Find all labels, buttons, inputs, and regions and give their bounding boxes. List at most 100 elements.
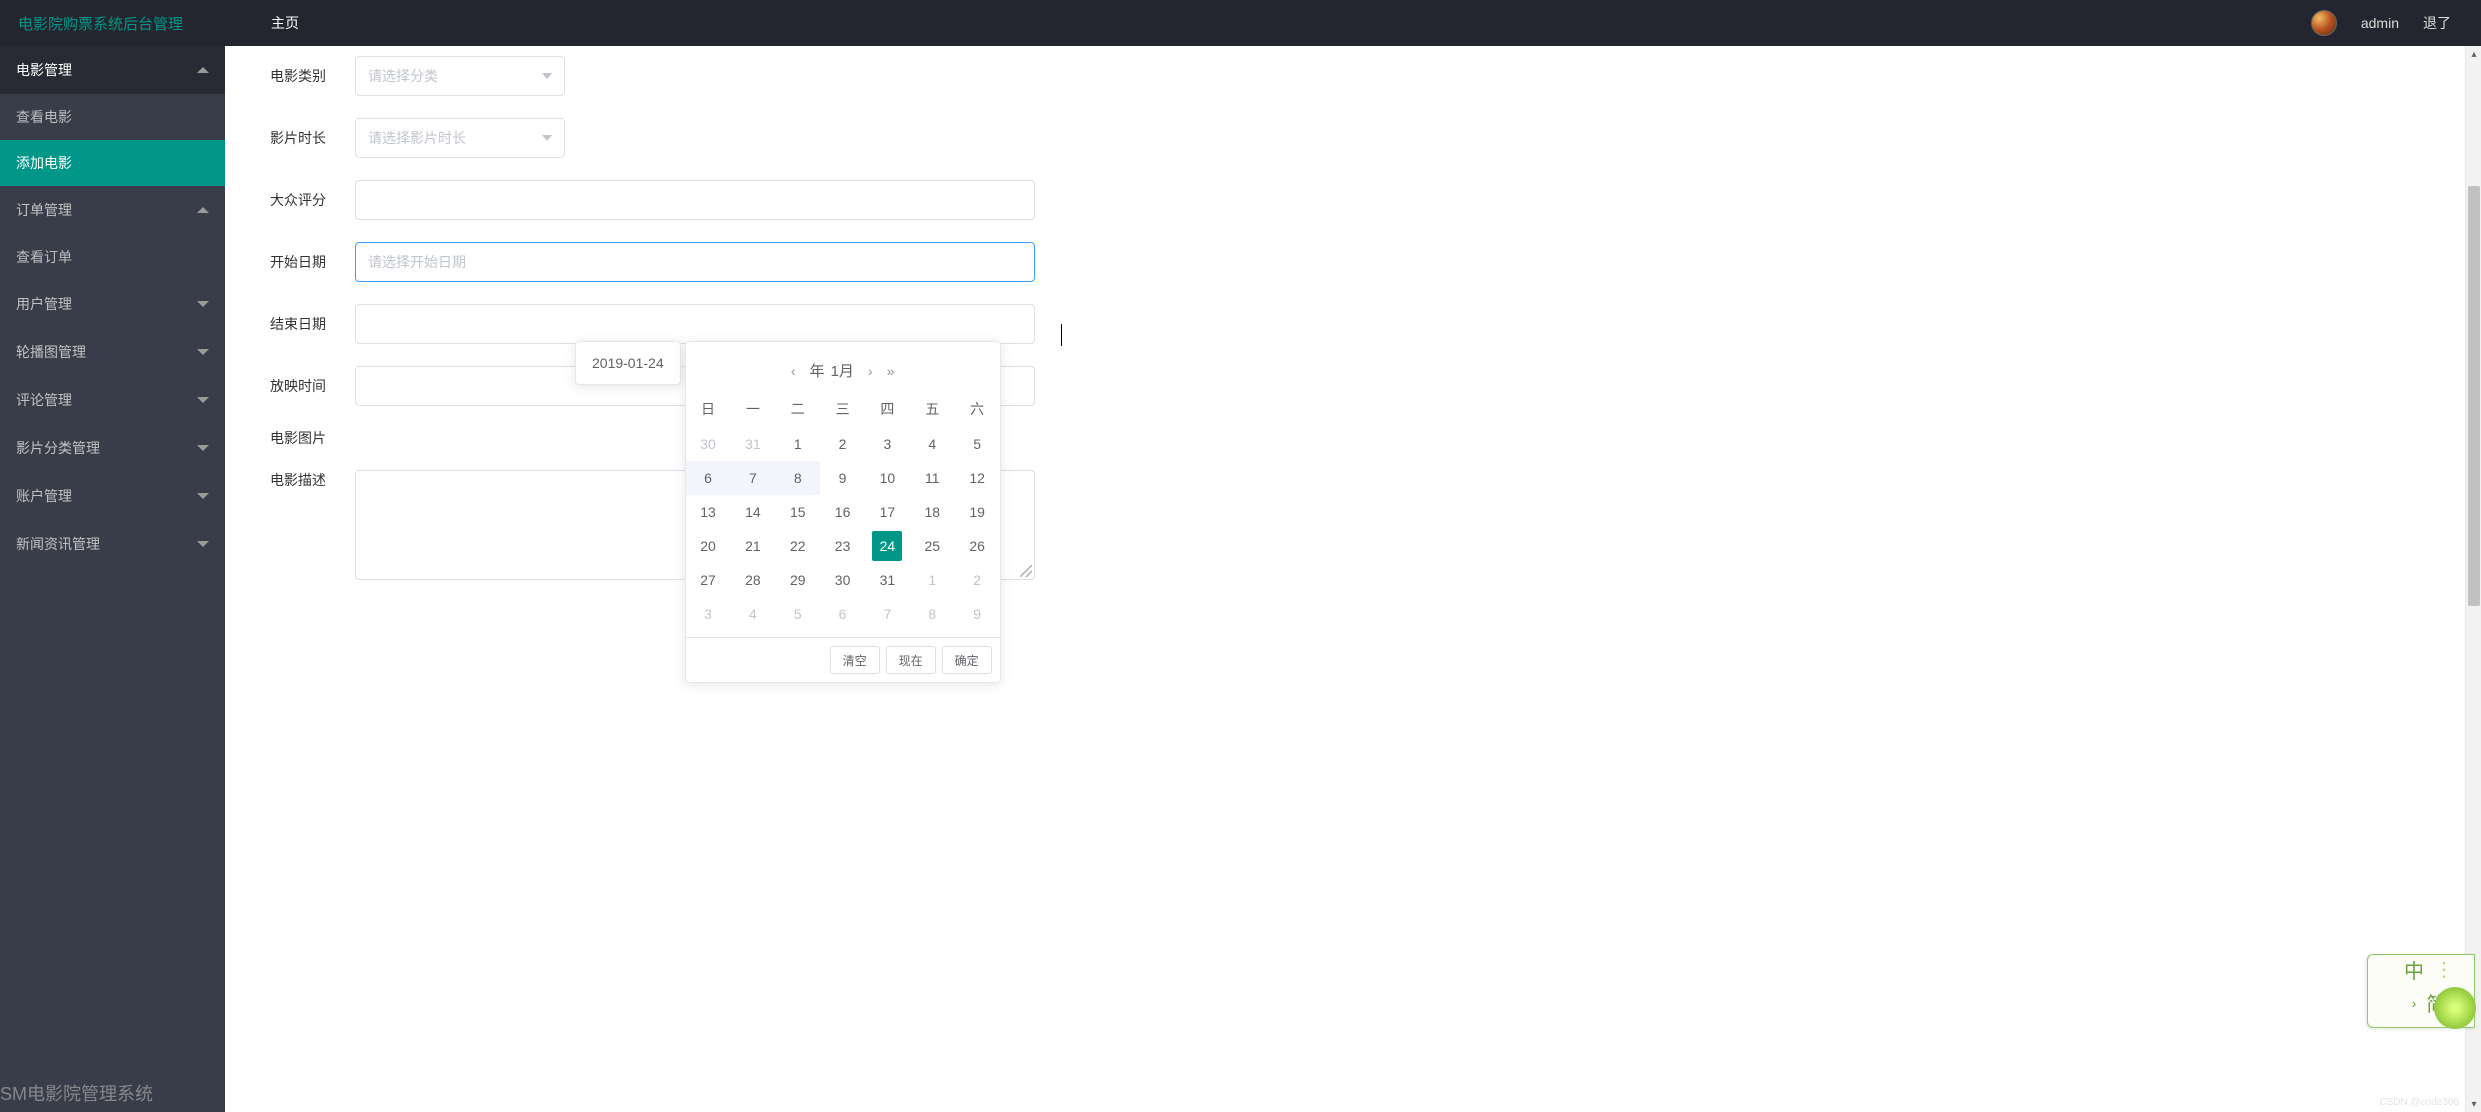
scrollbar[interactable]: ▴ ▾ (2465, 46, 2481, 1112)
chevron-down-icon (197, 541, 209, 547)
calendar-day[interactable]: 1 (910, 563, 955, 597)
calendar-day[interactable]: 8 (910, 597, 955, 631)
calendar-day[interactable]: 3 (865, 427, 910, 461)
menu-group-4[interactable]: 评论管理 (0, 376, 225, 424)
calendar-day[interactable]: 22 (775, 529, 820, 563)
calendar-day[interactable]: 24 (865, 529, 910, 563)
calendar-day[interactable]: 13 (686, 495, 731, 529)
weekday-header: 四 (865, 391, 910, 427)
calendar-day[interactable]: 9 (820, 461, 865, 495)
label-duration: 影片时长 (270, 128, 355, 148)
calendar-day[interactable]: 8 (775, 461, 820, 495)
calendar-day[interactable]: 5 (955, 427, 1000, 461)
calendar-day[interactable]: 15 (775, 495, 820, 529)
calendar-day[interactable]: 4 (730, 597, 775, 631)
calendar-day[interactable]: 10 (865, 461, 910, 495)
label-showtime: 放映时间 (270, 376, 355, 396)
label-category: 电影类别 (270, 66, 355, 86)
calendar-day[interactable]: 6 (686, 461, 731, 495)
scroll-down-icon[interactable]: ▾ (2466, 1096, 2481, 1112)
calendar-day[interactable]: 16 (820, 495, 865, 529)
menu-group-1[interactable]: 订单管理 (0, 186, 225, 234)
date-confirm-button[interactable]: 确定 (942, 646, 992, 674)
calendar-day[interactable]: 30 (820, 563, 865, 597)
chevron-up-icon (197, 67, 209, 73)
weekday-header: 五 (910, 391, 955, 427)
menu-group-label: 影片分类管理 (16, 438, 100, 458)
nav-home[interactable]: 主页 (225, 13, 299, 33)
prev-month-icon[interactable]: ‹ (791, 363, 796, 379)
calendar-day[interactable]: 6 (820, 597, 865, 631)
weekday-header: 六 (955, 391, 1000, 427)
logout-link[interactable]: 退了 (2423, 13, 2451, 33)
menu-group-label: 账户管理 (16, 486, 72, 506)
input-end-date[interactable] (355, 304, 1035, 344)
next-month-icon[interactable]: › (868, 363, 873, 379)
date-clear-button[interactable]: 清空 (830, 646, 880, 674)
input-start-date[interactable] (355, 242, 1035, 282)
menu-item-0-1[interactable]: 添加电影 (0, 140, 225, 186)
ime-widget[interactable]: 中⋮ ›简 (2367, 954, 2475, 1028)
calendar-day[interactable]: 23 (820, 529, 865, 563)
weekday-header: 二 (775, 391, 820, 427)
menu-group-5[interactable]: 影片分类管理 (0, 424, 225, 472)
calendar-day[interactable]: 3 (686, 597, 731, 631)
chevron-down-icon (542, 73, 552, 79)
calendar-day[interactable]: 26 (955, 529, 1000, 563)
calendar-day[interactable]: 1 (775, 427, 820, 461)
calendar-day[interactable]: 7 (865, 597, 910, 631)
calendar-day[interactable]: 11 (910, 461, 955, 495)
calendar-day[interactable]: 14 (730, 495, 775, 529)
chevron-down-icon (197, 349, 209, 355)
calendar-day[interactable]: 19 (955, 495, 1000, 529)
label-desc: 电影描述 (270, 470, 355, 490)
calendar-day[interactable]: 21 (730, 529, 775, 563)
next-year-icon[interactable]: » (887, 363, 895, 379)
calendar-day[interactable]: 29 (775, 563, 820, 597)
weekday-header: 三 (820, 391, 865, 427)
calendar-day[interactable]: 31 (730, 427, 775, 461)
menu-group-label: 订单管理 (16, 200, 72, 220)
date-month-label[interactable]: 1月 (831, 360, 854, 381)
chevron-down-icon (197, 397, 209, 403)
chevron-up-icon (197, 207, 209, 213)
menu-item-1-0[interactable]: 查看订单 (0, 234, 225, 280)
menu-item-0-0[interactable]: 查看电影 (0, 94, 225, 140)
calendar-day[interactable]: 18 (910, 495, 955, 529)
scroll-thumb[interactable] (2468, 186, 2480, 606)
calendar-day[interactable]: 9 (955, 597, 1000, 631)
menu-group-2[interactable]: 用户管理 (0, 280, 225, 328)
calendar-day[interactable]: 12 (955, 461, 1000, 495)
menu-group-label: 评论管理 (16, 390, 72, 410)
date-picker-popup: 2019-01-24 ‹ 年 1月 › » 日一二三四五六 3031123456… (575, 341, 1001, 683)
calendar-day[interactable]: 27 (686, 563, 731, 597)
select-category[interactable]: 请选择分类 (355, 56, 565, 96)
menu-group-3[interactable]: 轮播图管理 (0, 328, 225, 376)
date-now-button[interactable]: 现在 (886, 646, 936, 674)
calendar-day[interactable]: 2 (820, 427, 865, 461)
select-duration[interactable]: 请选择影片时长 (355, 118, 565, 158)
calendar-day[interactable]: 4 (910, 427, 955, 461)
input-rating[interactable] (355, 180, 1035, 220)
menu-group-7[interactable]: 新闻资讯管理 (0, 520, 225, 568)
calendar-day[interactable]: 5 (775, 597, 820, 631)
calendar-day[interactable]: 31 (865, 563, 910, 597)
chevron-down-icon (197, 493, 209, 499)
calendar-day[interactable]: 2 (955, 563, 1000, 597)
calendar-day[interactable]: 17 (865, 495, 910, 529)
calendar-day[interactable]: 7 (730, 461, 775, 495)
calendar-day[interactable]: 30 (686, 427, 731, 461)
weekday-header: 日 (686, 391, 731, 427)
menu-group-6[interactable]: 账户管理 (0, 472, 225, 520)
calendar-day[interactable]: 28 (730, 563, 775, 597)
scroll-up-icon[interactable]: ▴ (2466, 46, 2481, 62)
date-year-suffix[interactable]: 年 (810, 360, 825, 381)
calendar-day[interactable]: 20 (686, 529, 731, 563)
resize-handle-icon[interactable] (1020, 565, 1032, 577)
chevron-down-icon (197, 301, 209, 307)
user-avatar[interactable] (2311, 10, 2337, 36)
calendar-table: 日一二三四五六 30311234567891011121314151617181… (686, 391, 1000, 631)
username-label[interactable]: admin (2361, 15, 2399, 31)
calendar-day[interactable]: 25 (910, 529, 955, 563)
menu-group-0[interactable]: 电影管理 (0, 46, 225, 94)
